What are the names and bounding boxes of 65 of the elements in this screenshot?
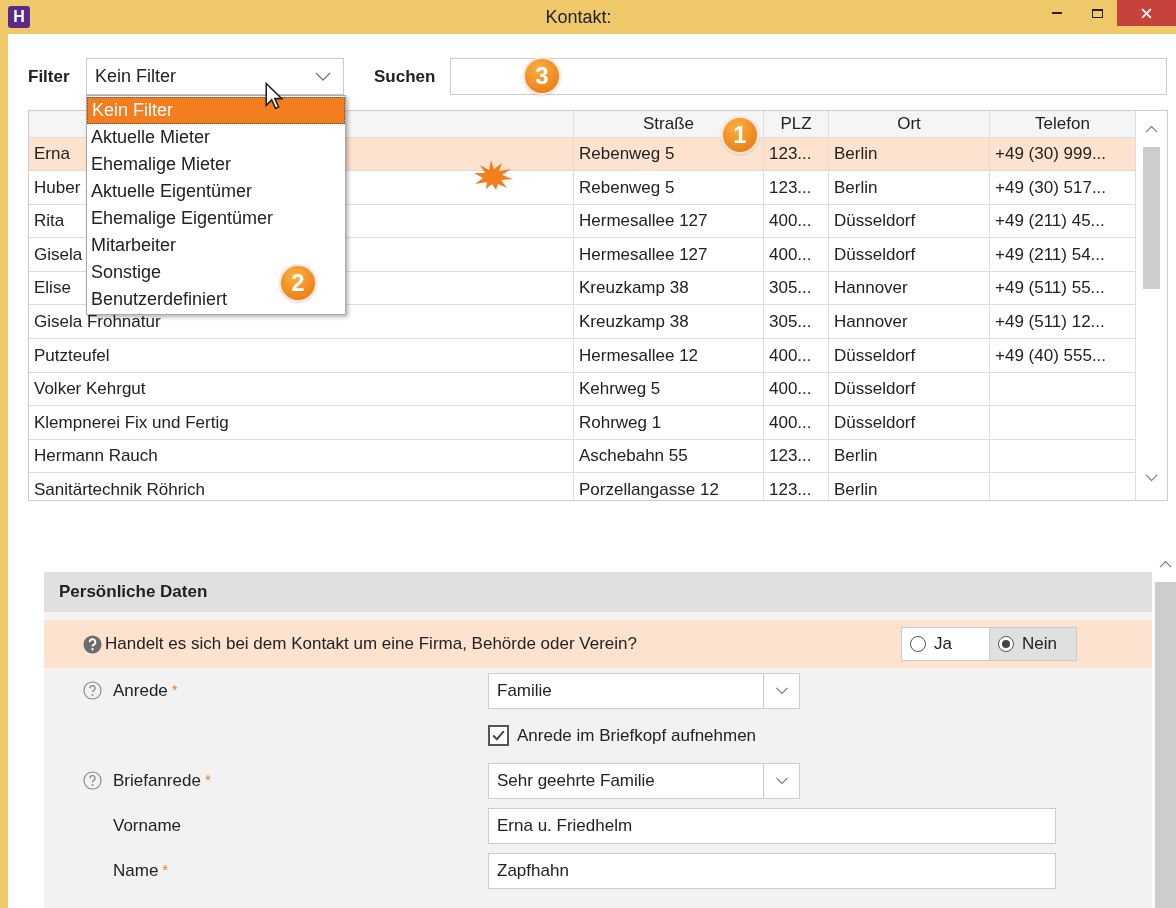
table-cell-text: 123...: [769, 176, 812, 199]
table-cell-text: Düsseldorf: [834, 378, 916, 401]
table-cell-text: +49 (30) 999...: [995, 143, 1107, 166]
table-cell-text: 123...: [769, 143, 812, 166]
table-cell-text: Putzteufel: [34, 344, 110, 367]
number-marker: 3: [523, 57, 561, 95]
table-cell-text: Klempnerei Fix und Fertig: [34, 411, 229, 434]
table-cell-text: Rohrweg 1: [579, 411, 662, 434]
table-cell-text: 400...: [769, 344, 812, 367]
app-logo: H: [8, 6, 30, 28]
filter-label: Filter: [28, 65, 71, 88]
table-cell-text: Volker Kehrgut: [34, 378, 146, 401]
table-cell-text: Elise: [34, 277, 71, 300]
table-cell-text: 123...: [769, 479, 812, 500]
table-cell-text: +49 (211) 45...: [995, 210, 1105, 233]
question-text: Handelt es sich bei dem Kontakt um eine Firma, Behörde oder Verein?: [105, 633, 638, 656]
required-mark: *: [162, 860, 169, 881]
table-cell-text: Berlin: [834, 143, 878, 166]
field-label: Vorname: [113, 814, 182, 837]
table-cell-text: Hannover: [834, 277, 908, 300]
table-cell-text: Kreuzkamp 38: [579, 311, 689, 333]
search-label: Suchen: [374, 65, 437, 88]
table-cell-text: Hannover: [834, 311, 908, 333]
required-mark: *: [171, 680, 178, 701]
required-mark: *: [204, 770, 211, 791]
table-cell-text: Hermesallee 127: [579, 210, 708, 233]
table-cell-text: +49 (211) 54...: [995, 243, 1105, 266]
table-cell-text: +49 (511) 55...: [995, 277, 1105, 300]
table-cell-text: Sanitärtechnik Röhrich: [34, 479, 206, 500]
field-label: Anrede: [113, 679, 168, 702]
table-cell-text: Düsseldorf: [834, 243, 916, 266]
window-title: Kontakt:: [544, 5, 613, 29]
table-cell-text: Hermesallee 127: [579, 243, 708, 266]
table-cell-text: 305...: [769, 277, 812, 300]
table-cell-text: 305...: [769, 311, 812, 333]
table-cell-text: Gisela: [34, 243, 83, 266]
table-cell-text: Hermesallee 12: [579, 344, 699, 367]
table-cell-text: Gisela Frohnatur: [34, 311, 161, 333]
table-cell-text: 123...: [769, 445, 812, 468]
table-cell-text: Berlin: [834, 176, 878, 199]
field-label: Briefanrede: [113, 769, 201, 792]
table-cell-text: Düsseldorf: [834, 411, 916, 434]
table-cell-text: Kehrweg 5: [579, 378, 661, 401]
field-label: Name: [113, 859, 159, 882]
table-cell-text: Huber: [34, 176, 81, 199]
table-cell-text: 400...: [769, 210, 812, 233]
table-cell-text: 400...: [769, 411, 812, 434]
table-cell-text: Aschebahn 55: [579, 445, 688, 468]
table-cell-text: Porzellangasse 12: [579, 479, 719, 500]
table-cell-text: 400...: [769, 243, 812, 266]
table-cell-text: Erna: [34, 143, 70, 166]
section-header: Persönliche Daten: [44, 572, 1152, 612]
table-cell-text: Rita: [34, 210, 65, 233]
table-cell-text: Rebenweg 5: [579, 143, 675, 166]
table-cell-text: Berlin: [834, 445, 878, 468]
table-cell-text: Düsseldorf: [834, 344, 916, 367]
table-cell-text: Düsseldorf: [834, 210, 916, 233]
table-cell-text: 400...: [769, 378, 812, 401]
table-cell-text: Berlin: [834, 479, 878, 500]
table-cell-text: Rebenweg 5: [579, 176, 675, 199]
table-cell-text: +49 (511) 12...: [995, 311, 1105, 333]
table-cell-text: +49 (30) 517...: [995, 176, 1107, 199]
table-cell-text: +49 (40) 555...: [995, 344, 1107, 367]
table-cell-text: Kreuzkamp 38: [579, 277, 689, 300]
table-cell-text: Hermann Rauch: [34, 445, 158, 468]
